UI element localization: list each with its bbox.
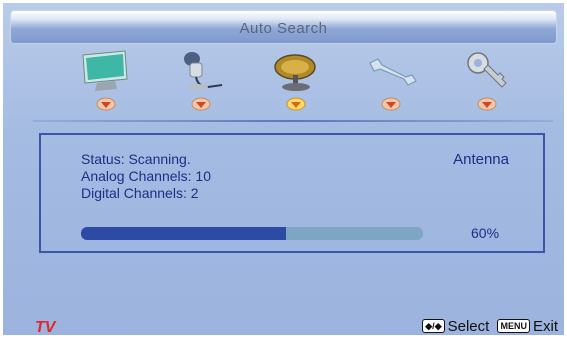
key-hints: ◆/◆ Select MENU Exit [422,318,558,335]
menu-item-picture[interactable] [71,47,141,117]
wrench-icon [369,58,417,86]
menu-key-icon: MENU [497,319,530,333]
tv-osd-screen: Auto Search Status: Scanning. Analog Cha… [3,3,564,335]
mode-label: TV [35,319,56,335]
select-hint: Select [447,318,490,335]
chevron-down-icon [477,97,497,111]
menu-item-setup[interactable] [356,47,426,117]
source-label: Antenna [453,151,509,168]
exit-hint: Exit [532,318,558,335]
page-title: Auto Search [239,20,328,37]
progress-bar [81,227,423,240]
nav-key-icon: ◆/◆ [422,319,445,333]
scan-status-panel: Status: Scanning. Analog Channels: 10 Di… [39,133,545,253]
chevron-down-icon [191,97,211,111]
menu-icon-bar [3,47,564,117]
chevron-down-icon [381,97,401,111]
menu-item-channel[interactable] [261,47,331,117]
menu-item-lock[interactable] [452,47,522,117]
chevron-down-icon [96,97,116,111]
divider [33,120,553,122]
progress-percent: 60% [471,225,500,241]
footer: TV ◆/◆ Select MENU Exit [3,314,564,335]
status-text: Status: Scanning. [81,151,191,167]
satellite-dish-icon [274,54,316,91]
key-icon [467,52,507,88]
analog-channels-text: Analog Channels: 10 [81,168,211,184]
progress-fill [81,227,287,240]
monitor-icon [82,50,128,91]
digital-channels-text: Digital Channels: 2 [81,185,199,201]
menu-item-audio[interactable] [166,47,236,117]
chevron-down-icon [286,97,306,111]
title-bar: Auto Search [11,11,556,43]
microphone-icon [184,52,223,90]
